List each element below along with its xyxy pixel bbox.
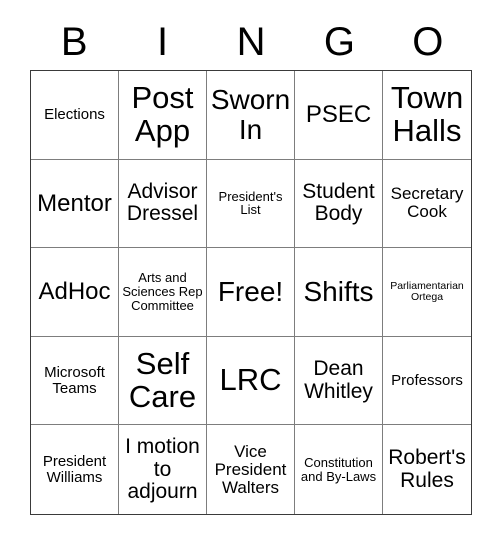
- bingo-cell-label: Robert's Rules: [388, 446, 466, 492]
- bingo-header: B I N G O: [30, 14, 472, 70]
- bingo-header-letter-b: B: [60, 20, 88, 64]
- bingo-cell-g1[interactable]: PSEC: [295, 71, 383, 160]
- bingo-grid: Elections Post App Sworn In PSEC Town Ha…: [30, 70, 472, 515]
- bingo-cell-n5[interactable]: Vice President Walters: [207, 425, 295, 514]
- bingo-cell-label: Microsoft Teams: [44, 363, 105, 397]
- bingo-cell-label: President's List: [218, 188, 283, 218]
- bingo-cell-label: Town Halls: [390, 79, 464, 148]
- bingo-header-letter-n: N: [236, 20, 266, 64]
- bingo-cell-label: President Williams: [42, 452, 107, 486]
- bingo-cell-i4[interactable]: Self Care: [119, 336, 207, 426]
- bingo-cell-label: AdHoc: [38, 278, 111, 306]
- bingo-cell-n4[interactable]: LRC: [207, 336, 295, 426]
- bingo-cell-label: Constitution and By-Laws: [300, 454, 377, 484]
- bingo-cell-label: Shifts: [303, 276, 374, 308]
- bingo-cell-label: Dean Whitley: [304, 357, 373, 403]
- bingo-cell-label: Advisor Dressel: [126, 180, 199, 226]
- bingo-cell-o2[interactable]: Secretary Cook: [383, 159, 471, 249]
- bingo-cell-b3[interactable]: AdHoc: [31, 248, 119, 337]
- bingo-cell-b5[interactable]: President Williams: [31, 425, 119, 514]
- bingo-cell-label: Mentor: [37, 189, 112, 217]
- bingo-cell-label: Sworn In: [210, 84, 291, 145]
- bingo-cell-label: Vice President Walters: [214, 441, 287, 497]
- bingo-cell-g2[interactable]: Student Body: [295, 159, 383, 249]
- bingo-cell-i2[interactable]: Advisor Dressel: [119, 159, 207, 249]
- bingo-cell-free-space[interactable]: Free!: [207, 248, 295, 337]
- bingo-cell-g3[interactable]: Shifts: [295, 248, 383, 337]
- bingo-cell-n2[interactable]: President's List: [207, 159, 295, 249]
- bingo-cell-label: Parliamentarian Ortega: [390, 279, 464, 303]
- bingo-cell-g5[interactable]: Constitution and By-Laws: [295, 425, 383, 514]
- bingo-cell-label: LRC: [219, 362, 282, 398]
- bingo-cell-o5[interactable]: Robert's Rules: [383, 425, 471, 514]
- bingo-cell-o4[interactable]: Professors: [383, 336, 471, 426]
- bingo-header-letter-o: O: [412, 20, 444, 64]
- bingo-header-letter-i: I: [157, 20, 169, 64]
- bingo-cell-label: Student Body: [302, 180, 375, 226]
- bingo-cell-label: Professors: [391, 371, 463, 389]
- bingo-cell-label: Post App: [131, 79, 194, 148]
- bingo-cell-i5[interactable]: I motion to adjourn: [119, 425, 207, 514]
- bingo-card: B I N G O Elections Post App Sworn In PS…: [0, 0, 500, 544]
- bingo-cell-label: Elections: [44, 105, 105, 123]
- bingo-cell-b4[interactable]: Microsoft Teams: [31, 336, 119, 426]
- bingo-cell-o3[interactable]: Parliamentarian Ortega: [383, 248, 471, 337]
- bingo-cell-label: Self Care: [128, 345, 197, 414]
- bingo-cell-label: Arts and Sciences Rep Committee: [122, 270, 203, 313]
- bingo-cell-i1[interactable]: Post App: [119, 71, 207, 160]
- bingo-cell-n1[interactable]: Sworn In: [207, 71, 295, 160]
- bingo-cell-b2[interactable]: Mentor: [31, 159, 119, 249]
- bingo-cell-label: PSEC: [305, 101, 372, 129]
- bingo-cell-label: Secretary Cook: [390, 184, 464, 222]
- bingo-cell-g4[interactable]: Dean Whitley: [295, 336, 383, 426]
- bingo-cell-o1[interactable]: Town Halls: [383, 71, 471, 160]
- bingo-cell-b1[interactable]: Elections: [31, 71, 119, 160]
- bingo-cell-label: I motion to adjourn: [125, 435, 200, 503]
- bingo-cell-i3[interactable]: Arts and Sciences Rep Committee: [119, 248, 207, 337]
- bingo-cell-label: Free!: [217, 276, 284, 308]
- bingo-header-letter-g: G: [323, 20, 355, 64]
